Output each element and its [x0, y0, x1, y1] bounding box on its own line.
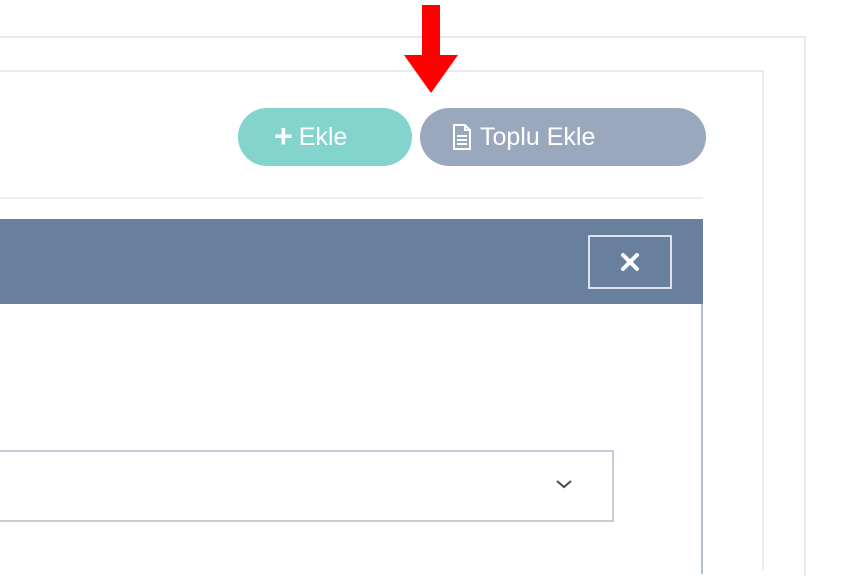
- chevron-down-icon[interactable]: [554, 477, 574, 491]
- arrow-down-icon: [404, 5, 458, 93]
- add-button[interactable]: + Ekle: [238, 108, 412, 166]
- document-icon: [453, 124, 471, 150]
- toolbar-divider: [0, 197, 703, 199]
- add-button-label: Ekle: [298, 122, 348, 151]
- bulk-add-button[interactable]: Toplu Ekle: [420, 108, 706, 166]
- close-icon: [621, 253, 639, 271]
- close-button[interactable]: [588, 235, 672, 289]
- select-dropdown[interactable]: [0, 450, 614, 522]
- plus-icon: +: [274, 117, 293, 154]
- modal-body: [0, 304, 703, 574]
- bulk-add-button-label: Toplu Ekle: [480, 122, 596, 151]
